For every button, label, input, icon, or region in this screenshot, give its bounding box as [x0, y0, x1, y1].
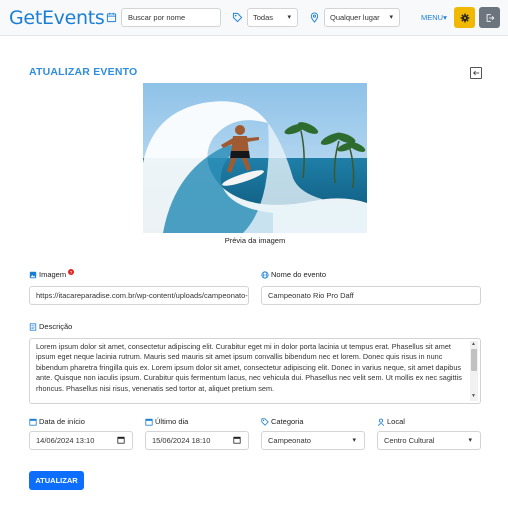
gear-icon — [460, 13, 469, 22]
tag-icon — [230, 10, 244, 24]
calendar-icon — [29, 418, 37, 426]
end-date-label: Último dia — [145, 417, 188, 426]
location-filter-select[interactable]: Qualquer lugar ▾ — [324, 8, 400, 27]
end-date-label-text: Último dia — [155, 417, 189, 426]
event-image-preview — [143, 83, 367, 233]
update-button[interactable]: ATUALIZAR — [29, 471, 84, 490]
menu-label: MENU — [421, 13, 444, 22]
menu-dropdown[interactable]: MENU▾ — [421, 13, 447, 22]
calendar-picker-icon[interactable] — [117, 436, 125, 444]
start-date-input[interactable]: 14/06/2024 13:10 — [29, 431, 133, 450]
chevron-down-icon: ▾ — [287, 14, 291, 21]
image-icon — [29, 271, 37, 278]
category-filter-value: Todas — [253, 13, 274, 22]
chevron-down-icon: ▾ — [389, 14, 393, 21]
back-button[interactable] — [470, 67, 482, 79]
brand-logo[interactable]: GetEvents — [9, 7, 105, 29]
back-arrow-icon — [473, 70, 480, 76]
map-pin-icon — [307, 10, 321, 24]
category-label-text: Categoria — [271, 417, 304, 426]
calendar-icon — [145, 418, 153, 426]
location-label: Local — [377, 417, 405, 426]
globe-icon — [261, 270, 269, 279]
page-title: ATUALIZAR EVENTO — [29, 66, 138, 78]
calendar-picker-icon[interactable] — [233, 436, 241, 444]
calendar-search-icon — [104, 10, 118, 24]
scroll-up-arrow-icon[interactable]: ▲ — [471, 342, 476, 347]
document-icon — [29, 322, 37, 331]
location-filter-value: Qualquer lugar — [330, 13, 380, 22]
description-textarea[interactable]: Lorem ipsum dolor sit amet, consectetur … — [29, 338, 481, 404]
end-date-value: 15/06/2024 18:10 — [152, 436, 211, 445]
event-name-input[interactable]: Campeonato Rio Pro Daff — [261, 286, 481, 305]
chevron-down-icon: ▾ — [468, 437, 472, 444]
image-preview-caption: Prévia da imagem — [224, 236, 286, 245]
description-label-text: Descrição — [39, 322, 73, 331]
category-select[interactable]: Campeonato ▾ — [261, 431, 365, 450]
category-label: Categoria — [261, 417, 304, 426]
event-name-label-text: Nome do evento — [271, 270, 327, 279]
tag-icon — [261, 417, 269, 426]
help-icon[interactable]: ? — [68, 269, 75, 275]
user-icon — [377, 418, 385, 426]
search-input[interactable]: Buscar por nome — [121, 8, 221, 27]
image-label: Imagem ? — [29, 269, 75, 279]
scrollbar-thumb[interactable] — [471, 349, 477, 371]
start-date-label-text: Data de início — [39, 417, 85, 426]
logout-icon — [486, 13, 494, 22]
category-select-value: Campeonato — [268, 436, 311, 445]
location-select[interactable]: Centro Cultural ▾ — [377, 431, 481, 450]
start-date-value: 14/06/2024 13:10 — [36, 436, 95, 445]
settings-button[interactable] — [454, 7, 475, 28]
description-scrollbar[interactable]: ▲ ▼ — [470, 341, 478, 401]
start-date-label: Data de início — [29, 417, 85, 426]
description-label: Descrição — [29, 322, 72, 331]
caret-down-icon: ▾ — [443, 13, 447, 22]
image-url-input[interactable]: https://itacareparadise.com.br/wp-conten… — [29, 286, 249, 305]
event-name-label: Nome do evento — [261, 270, 326, 279]
logout-button[interactable] — [479, 7, 500, 28]
scroll-down-arrow-icon[interactable]: ▼ — [471, 394, 476, 399]
chevron-down-icon: ▾ — [352, 437, 356, 444]
location-label-text: Local — [387, 417, 405, 426]
end-date-input[interactable]: 15/06/2024 18:10 — [145, 431, 249, 450]
image-label-text: Imagem — [39, 270, 67, 279]
top-navbar: GetEvents Buscar por nome Todas ▾ Qualqu… — [0, 0, 508, 36]
location-select-value: Centro Cultural — [384, 436, 435, 445]
category-filter-select[interactable]: Todas ▾ — [247, 8, 298, 27]
